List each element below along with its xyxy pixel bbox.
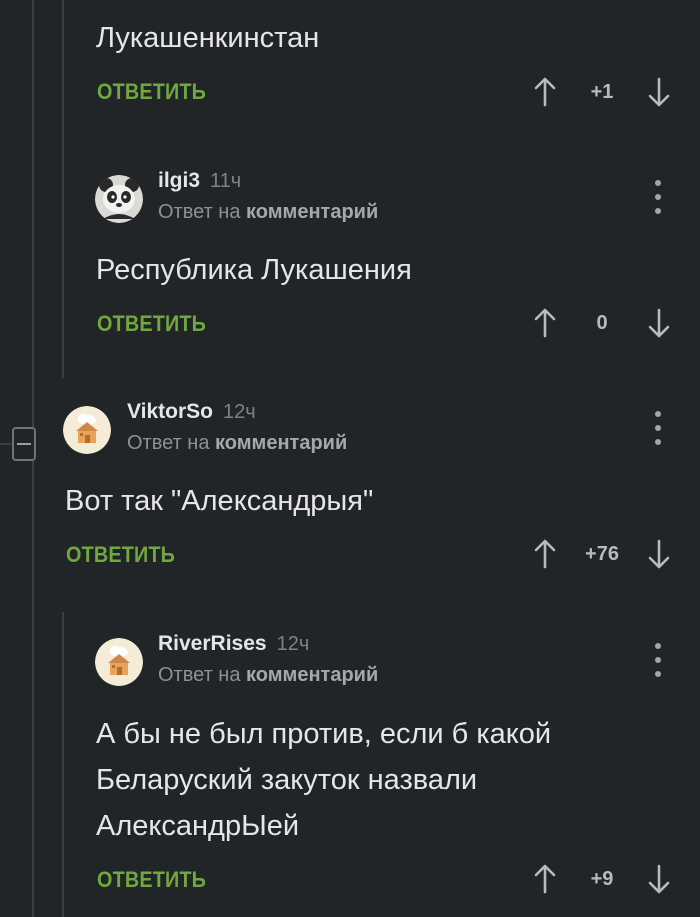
reply-button[interactable]: ОТВЕТИТЬ <box>97 311 206 337</box>
reply-to-link[interactable]: комментарий <box>215 432 347 454</box>
arrow-up-icon[interactable] <box>530 75 560 109</box>
thread-line-horizontal <box>0 443 12 445</box>
reply-to-link[interactable]: комментарий <box>246 201 378 223</box>
panda-avatar-icon <box>95 175 143 223</box>
reply-to-prefix: Ответ на <box>158 664 241 686</box>
vote-score: +9 <box>590 867 614 890</box>
thread-line-level2-lower <box>62 612 64 917</box>
arrow-down-icon[interactable] <box>644 306 674 340</box>
avatar[interactable] <box>95 175 143 223</box>
avatar[interactable] <box>63 406 111 454</box>
comment-author[interactable]: ilgi3 11ч <box>158 169 241 193</box>
vote-controls: 0 <box>530 303 674 343</box>
collapse-minus-icon <box>17 443 31 445</box>
comment-time: 11ч <box>210 170 242 192</box>
reply-button[interactable]: ОТВЕТИТЬ <box>97 867 206 893</box>
vote-controls: +9 <box>530 859 674 899</box>
default-house-avatar-icon <box>95 638 143 686</box>
comment-time: 12ч <box>222 401 256 423</box>
comment-text: Лукашенкинстан <box>96 22 320 54</box>
reply-to-link[interactable]: комментарий <box>246 664 378 686</box>
reply-to-line: Ответ на комментарий <box>158 664 378 687</box>
more-vertical-icon[interactable] <box>653 643 663 677</box>
comment-author[interactable]: RiverRises 12ч <box>158 632 309 656</box>
thread-line-level1 <box>32 0 34 427</box>
reply-button[interactable]: ОТВЕТИТЬ <box>97 79 206 105</box>
more-vertical-icon[interactable] <box>653 411 663 445</box>
vote-score: +76 <box>585 542 619 565</box>
arrow-up-icon[interactable] <box>530 306 560 340</box>
default-house-avatar-icon <box>63 406 111 454</box>
reply-to-prefix: Ответ на <box>158 201 241 223</box>
arrow-down-icon[interactable] <box>644 75 674 109</box>
reply-to-line: Ответ на комментарий <box>127 432 347 455</box>
comment-text: Республика Лукашения <box>96 254 412 286</box>
reply-button[interactable]: ОТВЕТИТЬ <box>66 542 175 568</box>
author-name[interactable]: ilgi3 <box>158 169 200 192</box>
reply-to-line: Ответ на комментарий <box>158 201 378 224</box>
author-name[interactable]: RiverRises <box>158 632 267 655</box>
comment-text: Вот так "Александрыя" <box>65 485 374 517</box>
arrow-up-icon[interactable] <box>530 537 560 571</box>
arrow-down-icon[interactable] <box>644 537 674 571</box>
arrow-up-icon[interactable] <box>530 862 560 896</box>
comment-thread: Лукашенкинстан ОТВЕТИТЬ +1 ilgi3 11ч Отве… <box>0 0 700 917</box>
avatar[interactable] <box>95 638 143 686</box>
comment-time: 12ч <box>276 633 310 655</box>
author-name[interactable]: ViktorSo <box>127 400 213 423</box>
comment-author[interactable]: ViktorSo 12ч <box>127 400 256 424</box>
vote-score: 0 <box>596 311 608 334</box>
comment-text: А бы не был против, если б какой Беларус… <box>96 718 552 842</box>
vote-controls: +1 <box>530 72 674 112</box>
more-vertical-icon[interactable] <box>653 180 663 214</box>
reply-to-prefix: Ответ на <box>127 432 210 454</box>
arrow-down-icon[interactable] <box>644 862 674 896</box>
collapse-button[interactable] <box>12 427 36 461</box>
vote-controls: +76 <box>530 534 674 574</box>
thread-line-level1-lower <box>32 461 34 917</box>
thread-line-level2 <box>62 0 64 378</box>
vote-score: +1 <box>590 80 614 103</box>
